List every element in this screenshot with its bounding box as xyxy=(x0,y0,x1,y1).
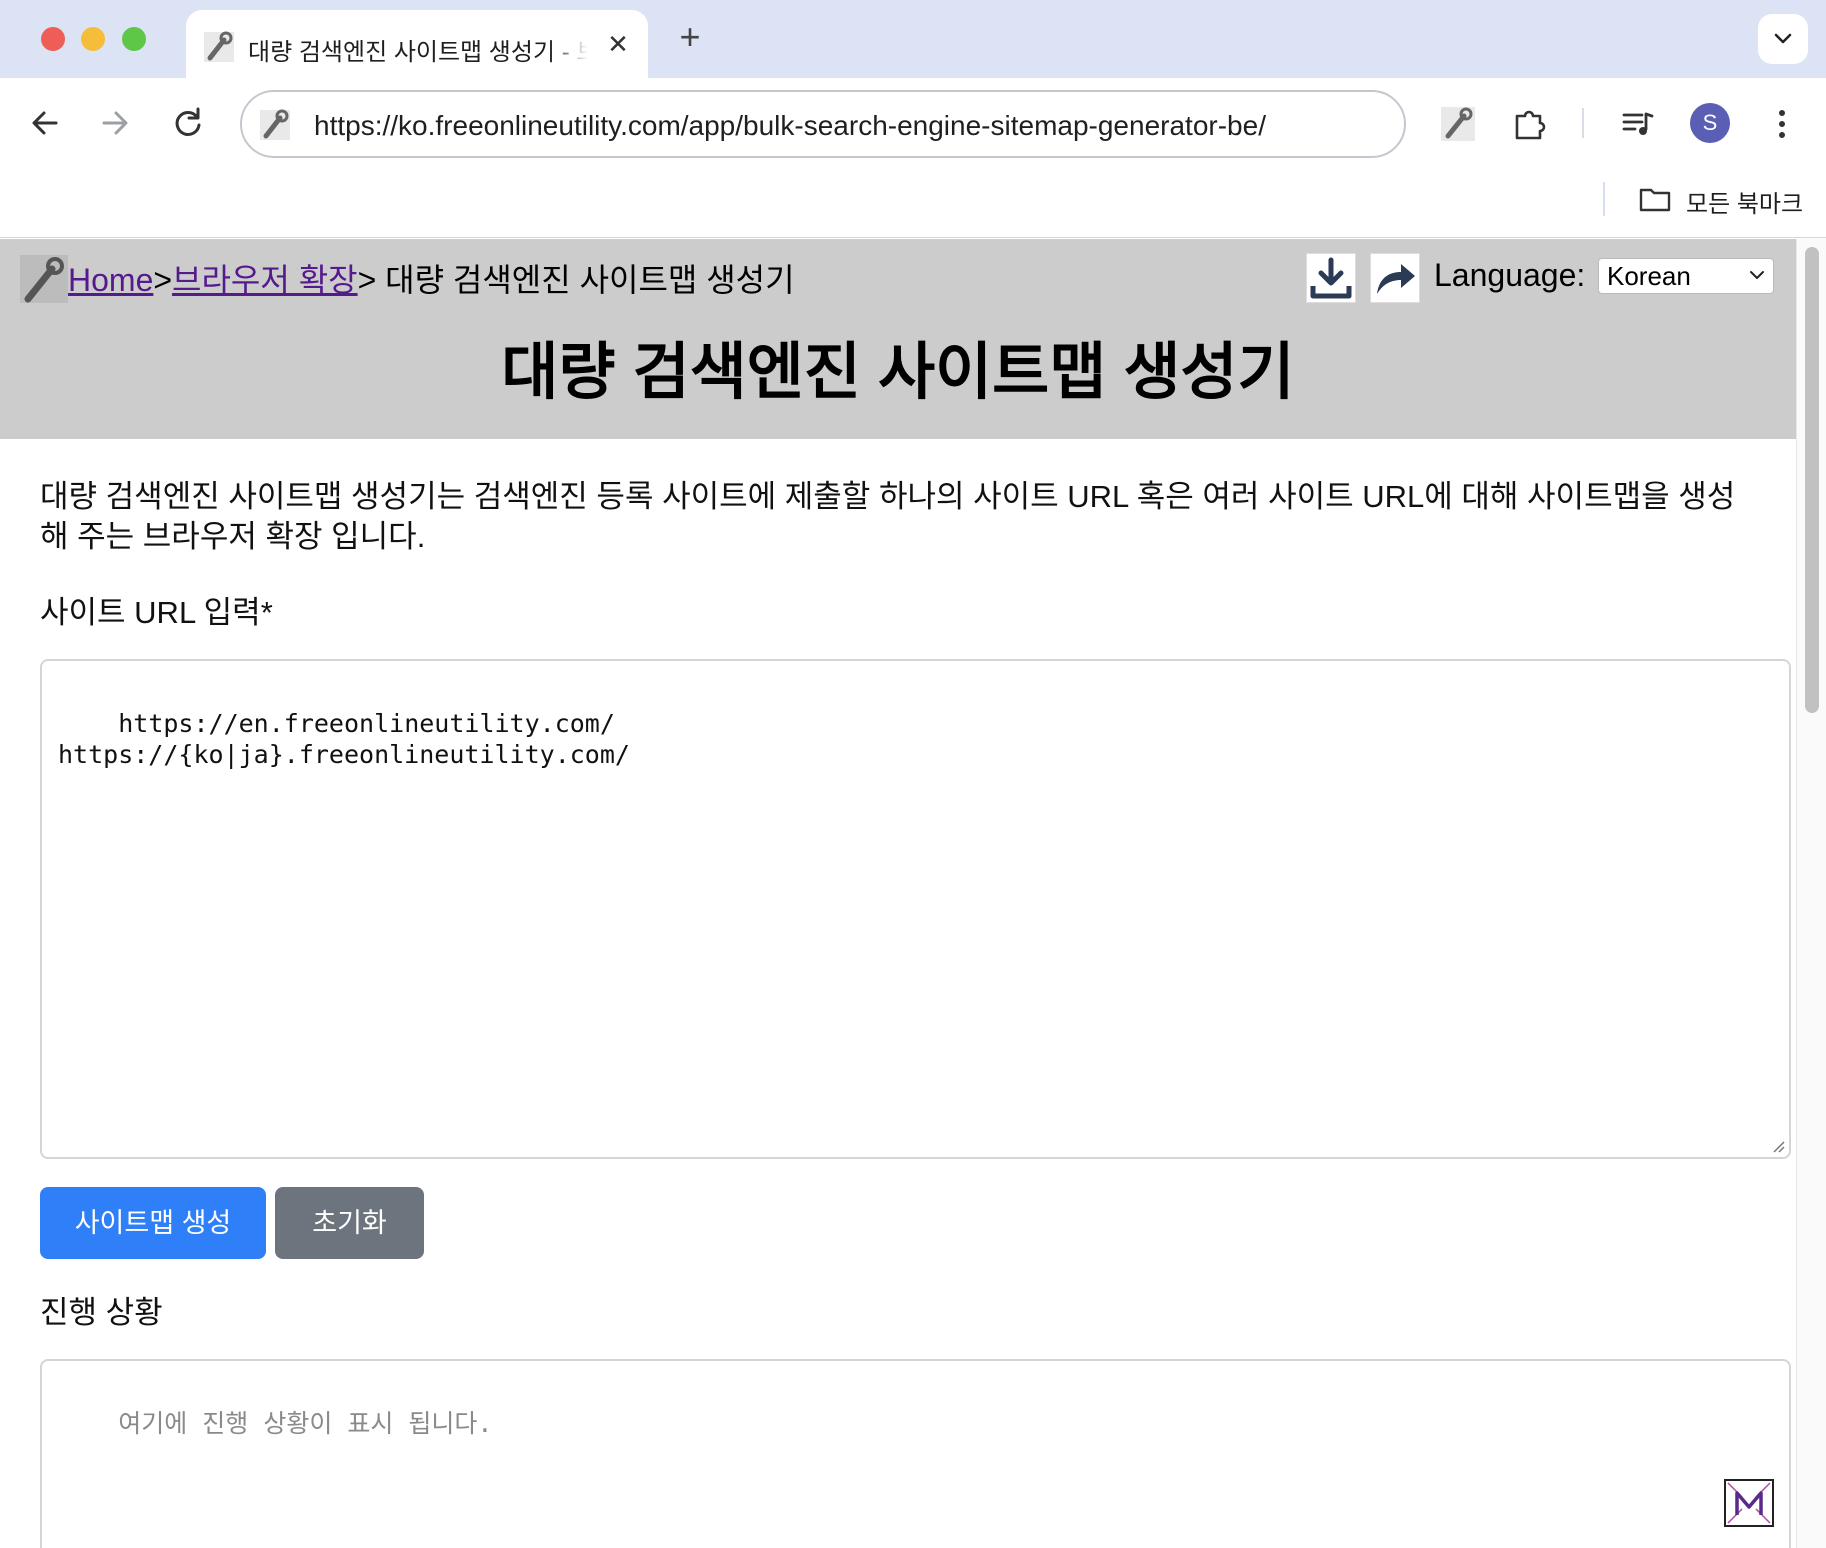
resize-grip-icon[interactable] xyxy=(1769,1137,1785,1153)
url-input-value: https://en.freeonlineutility.com/ https:… xyxy=(58,709,630,769)
tab-bar: 대량 검색엔진 사이트맵 생성기 - 브라우저 확장 ✕ + xyxy=(0,0,1826,78)
folder-icon[interactable] xyxy=(1638,184,1672,214)
browser-toolbar: https://ko.freeonlineutility.com/app/bul… xyxy=(0,78,1826,168)
language-selected-value: Korean xyxy=(1607,261,1691,291)
page-title: 대량 검색엔진 사이트맵 생성기 xyxy=(501,338,1295,407)
address-bar[interactable]: https://ko.freeonlineutility.com/app/bul… xyxy=(240,90,1406,158)
minimize-window-button[interactable] xyxy=(81,27,105,51)
zoom-window-button[interactable] xyxy=(122,27,146,51)
language-select[interactable]: Korean xyxy=(1598,258,1774,294)
breadcrumb-separator: > xyxy=(153,262,173,298)
breadcrumb: Home>브라우저 확장> 대량 검색엔진 사이트맵 생성기 xyxy=(68,255,795,301)
site-wrench-icon xyxy=(260,109,290,140)
breadcrumb-current: > 대량 검색엔진 사이트맵 생성기 xyxy=(357,262,795,298)
media-controls-icon[interactable] xyxy=(1616,102,1660,146)
scrollbar-thumb[interactable] xyxy=(1805,247,1819,713)
toolbar-divider xyxy=(1582,108,1584,138)
tab-search-button[interactable] xyxy=(1758,14,1808,64)
tab-title: 대량 검색엔진 사이트맵 생성기 - 브라우저 확장 xyxy=(248,32,588,67)
progress-placeholder: 여기에 진행 상황이 표시 됩니다. xyxy=(118,1409,493,1438)
wrench-icon xyxy=(204,31,234,62)
close-window-button[interactable] xyxy=(41,27,65,51)
chevron-down-icon xyxy=(1750,271,1764,279)
page-description: 대량 검색엔진 사이트맵 생성기는 검색엔진 등록 사이트에 제출할 하나의 사… xyxy=(40,479,1736,554)
page-header: Home>브라우저 확장> 대량 검색엔진 사이트맵 생성기 Language:… xyxy=(0,239,1796,439)
new-tab-button[interactable]: + xyxy=(670,18,710,58)
bookmarks-bar: 모든 북마크 xyxy=(0,168,1826,238)
generate-sitemap-button[interactable]: 사이트맵 생성 xyxy=(40,1187,266,1259)
download-icon xyxy=(1310,257,1352,299)
url-input-label: 사이트 URL 입력* xyxy=(40,595,273,630)
back-arrow-icon[interactable] xyxy=(20,98,70,148)
close-tab-icon[interactable]: ✕ xyxy=(602,28,634,60)
wrench-logo-icon xyxy=(20,255,68,303)
progress-textarea[interactable]: 여기에 진행 상황이 표시 됩니다. xyxy=(40,1359,1791,1548)
more-menu-icon[interactable] xyxy=(1760,102,1804,146)
url-text: https://ko.freeonlineutility.com/app/bul… xyxy=(314,110,1266,141)
language-label: Language: xyxy=(1434,257,1586,293)
bookmarks-divider xyxy=(1603,182,1605,216)
m-badge-icon[interactable] xyxy=(1724,1479,1774,1527)
forward-arrow-icon[interactable] xyxy=(90,98,140,148)
active-tab[interactable]: 대량 검색엔진 사이트맵 생성기 - 브라우저 확장 ✕ xyxy=(186,10,648,78)
breadcrumb-home-link[interactable]: Home xyxy=(68,262,153,298)
reload-icon[interactable] xyxy=(163,98,213,148)
progress-label: 진행 상황 xyxy=(40,1295,163,1330)
extensions-puzzle-icon[interactable] xyxy=(1508,102,1552,146)
extension-wrench-icon[interactable] xyxy=(1436,102,1480,146)
url-input-textarea[interactable]: https://en.freeonlineutility.com/ https:… xyxy=(40,659,1791,1159)
share-button[interactable] xyxy=(1370,253,1420,303)
download-button[interactable] xyxy=(1306,253,1356,303)
share-arrow-icon xyxy=(1377,264,1415,294)
breadcrumb-category-link[interactable]: 브라우저 확장 xyxy=(172,262,358,298)
profile-avatar[interactable]: S xyxy=(1690,103,1730,143)
reset-button[interactable]: 초기화 xyxy=(275,1187,424,1259)
all-bookmarks-link[interactable]: 모든 북마크 xyxy=(1686,184,1803,219)
chevron-down-icon xyxy=(1774,33,1792,44)
page-scrollbar[interactable] xyxy=(1796,239,1826,1548)
page-viewport: Home>브라우저 확장> 대량 검색엔진 사이트맵 생성기 Language:… xyxy=(0,239,1796,1548)
